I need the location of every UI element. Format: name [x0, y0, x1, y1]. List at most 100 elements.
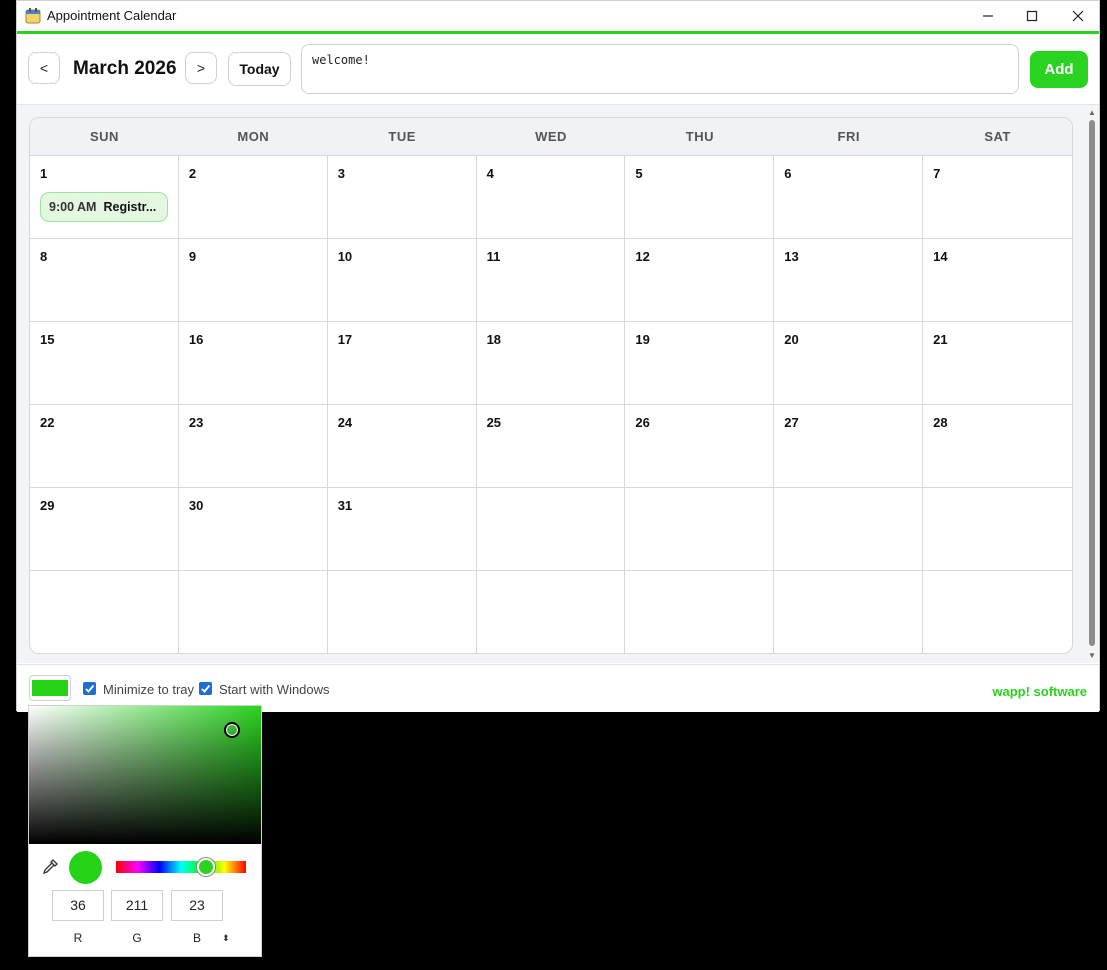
eyedropper-icon[interactable] [41, 858, 59, 876]
day-cell[interactable]: 11 [476, 239, 626, 322]
hue-slider[interactable] [116, 861, 246, 873]
minimize-icon [983, 15, 993, 17]
day-cell[interactable] [625, 571, 775, 653]
day-cell[interactable] [774, 571, 924, 653]
hue-slider-handle[interactable] [197, 858, 215, 876]
day-cell[interactable]: 23 [178, 405, 328, 488]
blue-value-input[interactable]: 23 [171, 890, 223, 921]
month-title: March 2026 [73, 58, 177, 79]
day-cell[interactable]: 10 [327, 239, 477, 322]
color-swatch-button[interactable] [29, 675, 71, 701]
sv-handle[interactable] [224, 722, 240, 738]
today-button[interactable]: Today [228, 52, 291, 86]
day-cell[interactable]: 26 [625, 405, 775, 488]
day-cell[interactable] [774, 488, 924, 571]
calendar-area: SUN MON TUE WED THU FRI SAT 1 9:00 AM Regi… [17, 105, 1099, 663]
blue-label: B [192, 931, 201, 945]
day-number: 29 [40, 498, 55, 513]
day-cell[interactable]: 27 [774, 405, 924, 488]
day-number: 18 [486, 332, 502, 347]
day-cell[interactable]: 24 [327, 405, 477, 488]
day-cell[interactable]: 1 9:00 AM Registr... [30, 156, 179, 239]
previous-month-button[interactable]: < [28, 52, 60, 84]
dow-wed: WED [535, 129, 567, 144]
day-cell[interactable]: 12 [625, 239, 775, 322]
maximize-window-button[interactable] [1009, 1, 1055, 31]
minimize-window-button[interactable] [965, 1, 1011, 31]
day-cell[interactable]: 25 [476, 405, 626, 488]
color-picker-popup: 36 211 23 R G B ⬍ [28, 705, 262, 957]
day-cell[interactable]: 17 [327, 322, 477, 405]
day-cell[interactable]: 28 [923, 405, 1072, 488]
next-month-button[interactable]: > [185, 52, 217, 84]
day-cell[interactable] [179, 571, 328, 653]
scroll-up-arrow-icon[interactable]: ▲ [1088, 108, 1096, 118]
day-number: 19 [635, 332, 650, 347]
dow-sun: SUN [89, 129, 119, 144]
event-title: Registr... [103, 200, 157, 214]
day-number: 30 [188, 498, 204, 513]
day-cell[interactable]: 31 [327, 488, 477, 571]
dow-tue: TUE [388, 129, 416, 144]
red-value-input[interactable]: 36 [52, 890, 104, 921]
day-number: 6 [784, 166, 792, 181]
day-cell[interactable]: 7 [923, 156, 1072, 239]
window-title: Appointment Calendar [47, 8, 177, 23]
color-mode-toggle[interactable]: ⬍ [222, 933, 230, 944]
day-number: 31 [337, 498, 353, 513]
day-cell[interactable]: 19 [625, 322, 775, 405]
green-value-input[interactable]: 211 [111, 890, 163, 921]
day-number: 8 [40, 249, 48, 264]
brand-link[interactable]: wapp! software [992, 684, 1087, 699]
day-cell[interactable] [328, 571, 477, 653]
day-cell[interactable]: 8 [30, 239, 179, 322]
day-cell[interactable]: 29 [30, 488, 179, 571]
day-number: 20 [784, 332, 799, 347]
day-cell[interactable]: 9 [178, 239, 328, 322]
day-number: 7 [933, 166, 941, 181]
day-number: 16 [188, 332, 204, 347]
day-cell[interactable]: 30 [178, 488, 328, 571]
start-with-windows-checkbox[interactable] [199, 682, 212, 695]
minimize-to-tray-label[interactable]: Minimize to tray [103, 682, 194, 697]
day-cell[interactable] [30, 571, 179, 653]
toolbar: < March 2026 > Today welcome! Add [17, 34, 1099, 105]
saturation-value-area[interactable] [29, 706, 261, 844]
close-icon [1072, 10, 1084, 22]
minimize-to-tray-checkbox[interactable] [83, 682, 96, 695]
day-number: 10 [337, 249, 353, 264]
day-number: 23 [188, 415, 204, 430]
day-cell[interactable]: 20 [774, 322, 924, 405]
scroll-thumb[interactable] [1089, 120, 1095, 646]
day-cell[interactable]: 14 [923, 239, 1072, 322]
app-window: Appointment Calendar < March 2026 > Toda… [16, 0, 1100, 712]
start-with-windows-label[interactable]: Start with Windows [219, 682, 330, 697]
day-cell[interactable]: 22 [30, 405, 179, 488]
day-cell[interactable] [477, 571, 626, 653]
day-cell[interactable] [923, 571, 1072, 653]
day-cell[interactable] [923, 488, 1072, 571]
day-cell[interactable]: 15 [30, 322, 179, 405]
event-chip[interactable]: 9:00 AM Registr... [40, 192, 168, 222]
event-time: 9:00 AM [49, 200, 97, 214]
close-window-button[interactable] [1055, 1, 1101, 31]
day-cell[interactable]: 4 [476, 156, 626, 239]
day-cell[interactable] [476, 488, 626, 571]
day-cell[interactable] [625, 488, 775, 571]
day-cell[interactable]: 16 [178, 322, 328, 405]
day-cell[interactable]: 2 [178, 156, 328, 239]
day-cell[interactable]: 21 [923, 322, 1072, 405]
scroll-down-arrow-icon[interactable]: ▼ [1088, 651, 1096, 661]
day-cell[interactable]: 3 [327, 156, 477, 239]
day-cell[interactable]: 18 [476, 322, 626, 405]
day-cell[interactable]: 6 [774, 156, 924, 239]
title-bar: Appointment Calendar [17, 1, 1099, 31]
add-button[interactable]: Add [1030, 51, 1088, 88]
vertical-scrollbar[interactable]: ▲ ▼ [1088, 108, 1096, 661]
month-calendar: SUN MON TUE WED THU FRI SAT 1 9:00 AM Regi… [29, 117, 1073, 654]
day-cell[interactable]: 13 [774, 239, 924, 322]
appointment-entry-input[interactable]: welcome! [301, 44, 1019, 94]
day-number: 1 [40, 166, 48, 181]
day-number: 25 [486, 415, 502, 430]
day-cell[interactable]: 5 [625, 156, 775, 239]
